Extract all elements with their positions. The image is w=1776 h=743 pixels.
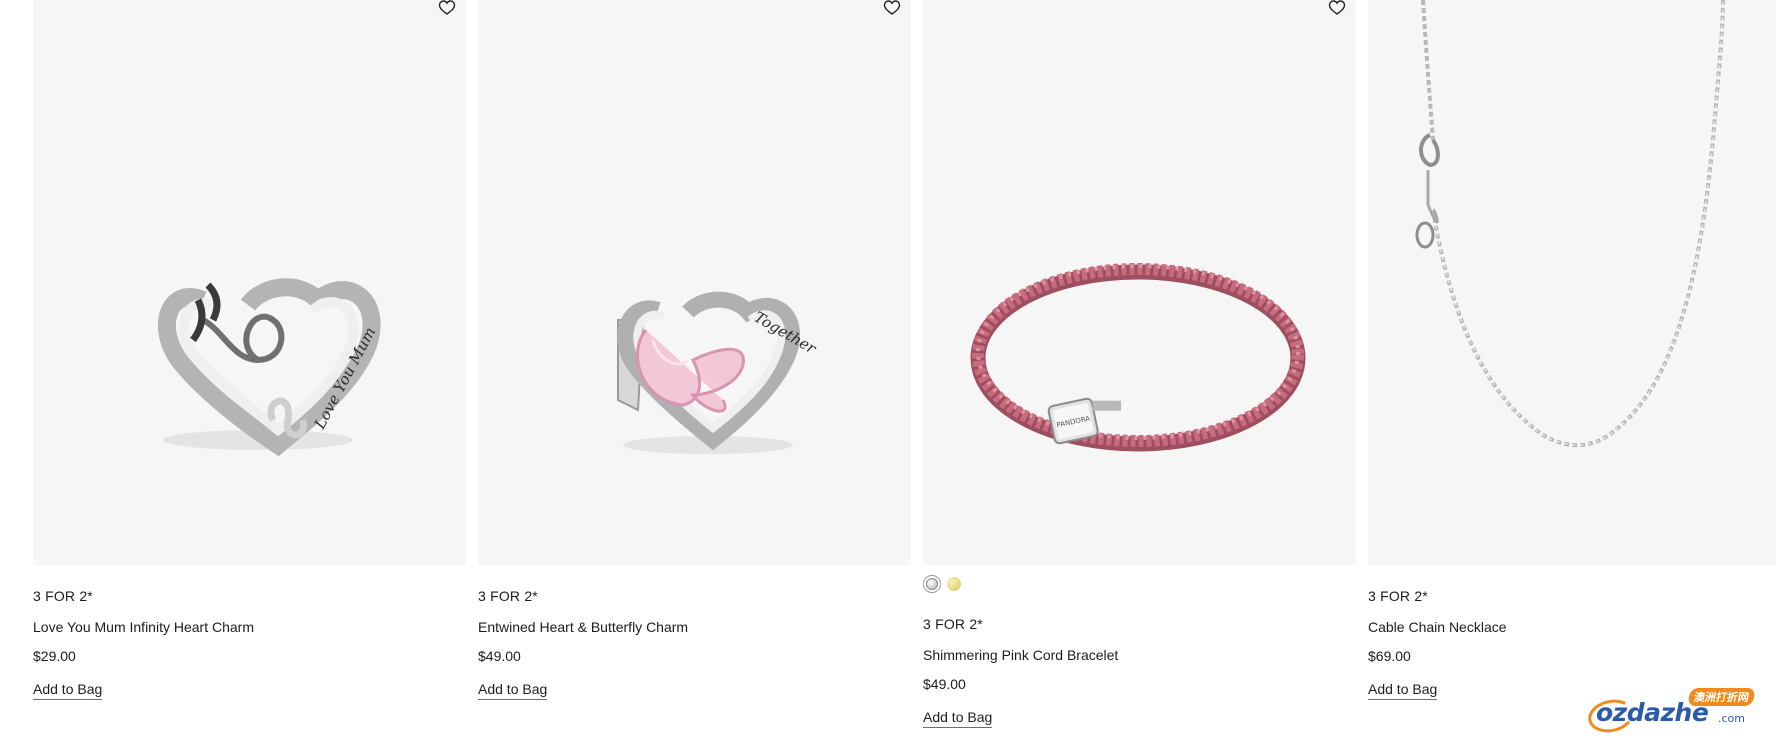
product-name[interactable]: Shimmering Pink Cord Bracelet [923, 647, 1118, 663]
watermark-domain: .com [1718, 712, 1745, 725]
product-info: 3 FOR 2* Shimmering Pink Cord Bracelet $… [923, 616, 1118, 728]
product-info: 3 FOR 2* Entwined Heart & Butterfly Char… [478, 588, 688, 700]
wishlist-heart-icon[interactable] [883, 0, 901, 16]
cable-chain-necklace-image [1415, 0, 1725, 448]
product-image-area[interactable] [1368, 0, 1776, 565]
promo-label: 3 FOR 2* [478, 588, 538, 604]
wishlist-heart-icon[interactable] [438, 0, 456, 16]
product-image-area[interactable]: Together [478, 0, 911, 565]
product-price: $29.00 [33, 648, 76, 664]
promo-label: 3 FOR 2* [923, 616, 983, 632]
product-card: 3 FOR 2* Cable Chain Necklace $69.00 Add… [1368, 0, 1776, 700]
product-info: 3 FOR 2* Love You Mum Infinity Heart Cha… [33, 588, 254, 700]
pink-cord-bracelet-image: PANDORA [970, 263, 1306, 452]
color-swatches [923, 575, 961, 593]
product-price: $49.00 [478, 648, 521, 664]
product-grid: Love You Mum 3 FOR 2* Love You Mum Infin… [33, 0, 1776, 743]
add-to-bag-button[interactable]: Add to Bag [923, 709, 993, 728]
product-card: Together 3 FOR 2* Entwined Heart & Butte… [478, 0, 911, 700]
promo-label: 3 FOR 2* [1368, 588, 1428, 604]
product-image-area[interactable]: Love You Mum [33, 0, 466, 565]
product-name[interactable]: Love You Mum Infinity Heart Charm [33, 619, 254, 635]
product-image[interactable]: Love You Mum [33, 0, 466, 565]
heart-charm-image: Love You Mum [158, 278, 381, 457]
swatch-silver[interactable] [926, 578, 938, 590]
watermark-text: ozdazhe [1596, 698, 1709, 727]
wishlist-heart-icon[interactable] [1328, 0, 1346, 16]
butterfly-charm-image: Together [617, 291, 820, 454]
add-to-bag-button[interactable]: Add to Bag [33, 681, 103, 700]
product-image[interactable]: PANDORA [923, 0, 1356, 565]
add-to-bag-button[interactable]: Add to Bag [478, 681, 548, 700]
product-card: Love You Mum 3 FOR 2* Love You Mum Infin… [33, 0, 466, 700]
charm-engraving: Love You Mum [310, 324, 379, 433]
product-name[interactable]: Cable Chain Necklace [1368, 619, 1507, 635]
product-price: $69.00 [1368, 648, 1411, 664]
product-image[interactable]: Together [478, 0, 911, 565]
product-card: PANDORA 3 FOR 2* Shimmering Pink Cord Br… [923, 0, 1356, 728]
add-to-bag-button[interactable]: Add to Bag [1368, 681, 1438, 700]
product-image-area[interactable]: PANDORA [923, 0, 1356, 565]
product-price: $49.00 [923, 676, 966, 692]
watermark-logo: 澳洲打折网 ozdazhe .com [1585, 688, 1756, 737]
product-image[interactable] [1368, 0, 1776, 565]
promo-label: 3 FOR 2* [33, 588, 93, 604]
product-name[interactable]: Entwined Heart & Butterfly Charm [478, 619, 688, 635]
swatch-gold[interactable] [947, 577, 961, 591]
product-info: 3 FOR 2* Cable Chain Necklace $69.00 Add… [1368, 588, 1507, 700]
